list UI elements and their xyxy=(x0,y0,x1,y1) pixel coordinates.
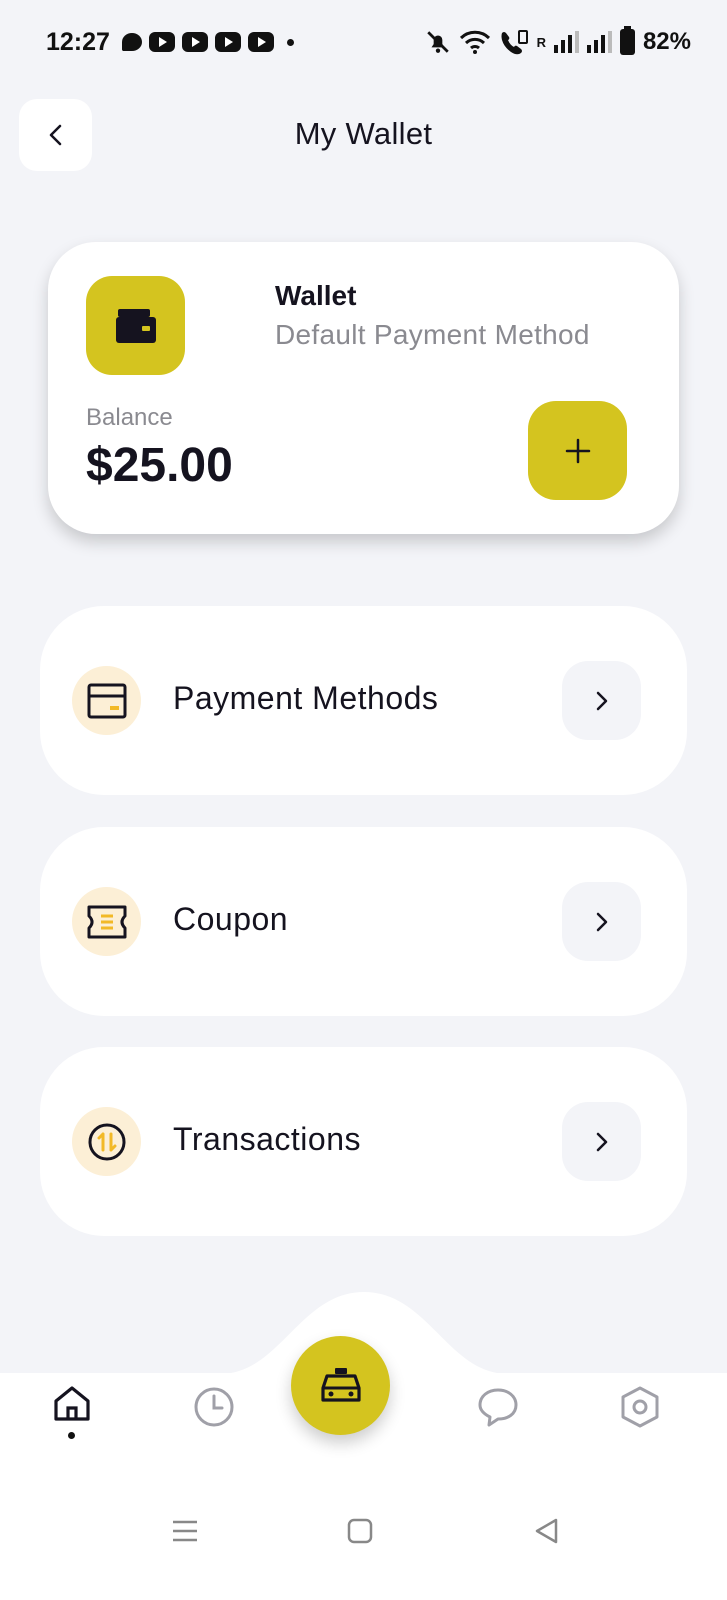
status-time: 12:27 xyxy=(46,28,110,56)
battery-percent: 82% xyxy=(642,28,691,55)
menu-label-payment-methods: Payment Methods xyxy=(173,680,439,716)
status-system-icons: R 82% xyxy=(425,26,691,56)
wifi-icon xyxy=(459,30,490,54)
system-navigation-bar xyxy=(0,1483,727,1600)
square-icon xyxy=(347,1518,373,1544)
triangle-back-icon xyxy=(535,1518,558,1544)
ticket-icon xyxy=(87,905,126,938)
signal-icon xyxy=(553,31,579,53)
transfer-icon xyxy=(88,1123,125,1160)
youtube-icon xyxy=(215,32,241,52)
message-bubble-icon xyxy=(122,33,142,51)
youtube-icon xyxy=(149,32,175,52)
notification-dot-icon xyxy=(287,38,294,46)
wallet-card: Wallet Default Payment Method Balance $2… xyxy=(48,242,679,534)
book-ride-button[interactable] xyxy=(291,1336,390,1435)
nav-active-indicator xyxy=(68,1432,75,1439)
menu-label-coupon: Coupon xyxy=(173,901,289,937)
wallet-icon-box xyxy=(86,276,185,375)
add-funds-button[interactable] xyxy=(528,401,627,500)
menu-item-coupon[interactable]: Coupon xyxy=(40,827,687,1016)
nav-settings[interactable] xyxy=(610,1377,670,1437)
nav-home[interactable] xyxy=(42,1373,102,1433)
coupon-icon-circle xyxy=(72,887,141,956)
chevron-right-icon xyxy=(596,912,607,931)
status-notification-icons xyxy=(122,32,294,52)
wallet-icon xyxy=(115,308,156,343)
balance-value: $25.00 xyxy=(86,439,233,492)
bell-off-icon xyxy=(426,31,449,53)
menu-icon xyxy=(173,1520,197,1542)
settings-icon xyxy=(621,1386,659,1428)
menu-item-payment-methods[interactable]: Payment Methods xyxy=(40,606,687,795)
status-bar: 12:27 R 82% xyxy=(0,0,727,88)
chat-icon xyxy=(478,1388,518,1427)
recent-apps-button[interactable] xyxy=(163,1509,207,1553)
nav-chat[interactable] xyxy=(468,1377,528,1437)
credit-card-icon xyxy=(87,683,126,718)
transactions-icon-circle xyxy=(72,1107,141,1176)
youtube-icon xyxy=(248,32,274,52)
home-icon xyxy=(54,1386,90,1421)
nav-history[interactable] xyxy=(184,1377,244,1437)
menu-item-transactions[interactable]: Transactions xyxy=(40,1047,687,1236)
battery-icon xyxy=(619,26,635,55)
roaming-indicator: R xyxy=(536,34,546,50)
taxi-icon xyxy=(320,1367,361,1402)
menu-label-transactions: Transactions xyxy=(173,1121,361,1157)
chevron-button[interactable] xyxy=(562,1102,641,1181)
signal-icon xyxy=(586,31,612,53)
wallet-screen: 12:27 R 82% My Wallet Wallet Default Pay… xyxy=(0,0,727,1600)
chevron-button[interactable] xyxy=(562,882,641,961)
youtube-icon xyxy=(182,32,208,52)
wallet-name: Wallet xyxy=(275,280,357,311)
chevron-right-icon xyxy=(596,1132,607,1151)
clock-icon xyxy=(194,1387,234,1427)
plus-icon xyxy=(565,438,590,463)
page-title: My Wallet xyxy=(294,116,433,151)
home-system-button[interactable] xyxy=(338,1509,382,1553)
wallet-subtitle: Default Payment Method xyxy=(275,319,590,350)
balance-label: Balance xyxy=(86,404,173,431)
volte-call-icon xyxy=(501,30,528,55)
back-system-button[interactable] xyxy=(524,1509,568,1553)
chevron-right-icon xyxy=(596,691,607,710)
chevron-button[interactable] xyxy=(562,661,641,740)
payment-icon-circle xyxy=(72,666,141,735)
